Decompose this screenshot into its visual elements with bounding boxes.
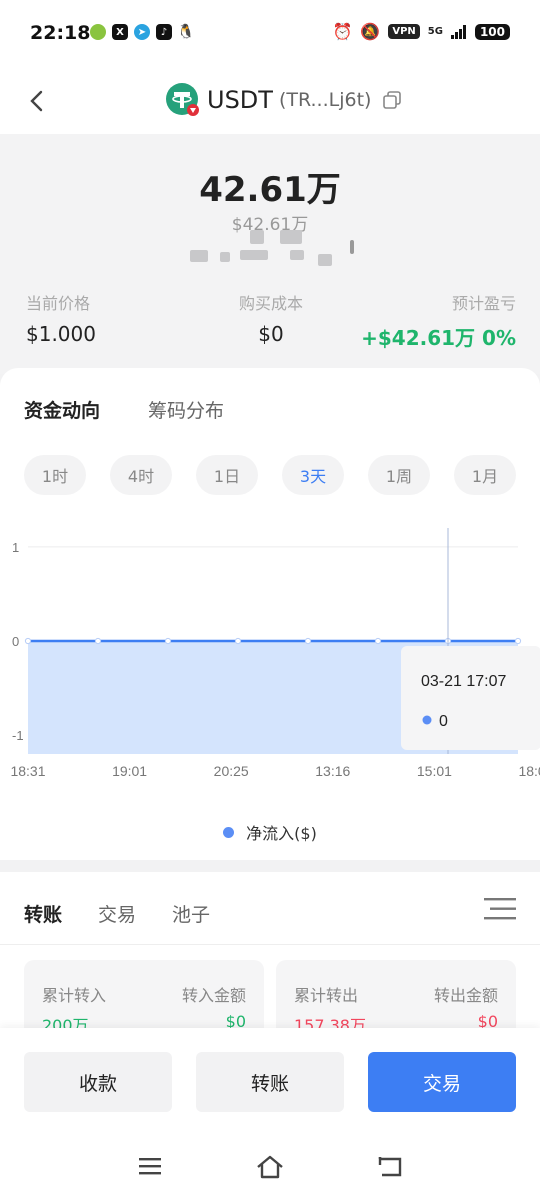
range-3d[interactable]: 3天 [282,455,344,495]
token-symbol: USDT [207,86,273,114]
x-tick-label: 19:01 [112,763,147,779]
redacted-address [140,230,380,266]
x-tick-label: 18:31 [10,763,45,779]
stat-pnl: 预计盈亏 +$42.61万 0% [353,290,540,351]
range-1d[interactable]: 1日 [196,455,258,495]
network-label: 5G [427,26,443,37]
range-selector: 1时 4时 1日 3天 1周 1月 [24,455,516,495]
legend-dot [223,826,235,838]
tab-transfer[interactable]: 转账 [24,900,62,927]
card-title: 累计转入 [42,986,107,1005]
data-point [514,637,522,645]
x-tick-label: 15:01 [417,763,452,779]
stat-label: 预计盈亏 [451,294,516,313]
range-1h[interactable]: 1时 [24,455,86,495]
x-tick-label: 20:25 [214,763,249,779]
home-icon[interactable] [256,1154,284,1180]
recent-apps-icon[interactable] [138,1154,162,1178]
action-bar: 收款 转账 交易 [0,1028,540,1134]
stat-label: 购买成本 [238,294,303,313]
data-point [374,637,382,645]
app-icon [90,24,106,40]
system-nav-bar [0,1134,540,1199]
data-point [234,637,242,645]
fund-flow-card: 资金动向 筹码分布 1时 4时 1日 3天 1周 1月 1 0 -1 18:31 19… [0,368,540,860]
stat-value: $1.000 [26,322,96,346]
trade-button[interactable]: 交易 [368,1052,516,1112]
receive-button[interactable]: 收款 [24,1052,172,1112]
activity-tabs: 转账 交易 池子 [24,900,210,927]
status-app-icons: X ➤ ♪ 🐧 [90,24,195,40]
card-subtitle: 转入金额 [181,986,246,1005]
alarm-icon: ⏰ [332,22,353,41]
transfer-button[interactable]: 转账 [196,1052,344,1112]
data-point [24,637,32,645]
card-title: 累计转出 [294,986,359,1005]
stat-current-price: 当前价格 $1.000 [0,290,189,351]
card-subtitle: 转出金额 [433,986,498,1005]
battery-indicator: 100 [474,23,510,40]
token-address: (TR...Lj6t) [278,89,372,111]
copy-icon[interactable] [383,91,402,109]
stat-cost: 购买成本 $0 [189,290,352,351]
token-title: USDT (TR...Lj6t) [165,82,402,118]
position-stats: 当前价格 $1.000 购买成本 $0 预计盈亏 +$42.61万 0% [0,290,540,351]
x-icon: X [112,24,128,40]
data-point [304,637,312,645]
tab-pool[interactable]: 池子 [172,900,210,927]
balance-section: 42.61万 $42.61万 当前价格 $1.000 购买成本 $0 预计盈亏 … [0,134,540,374]
x-tick-label: 18:01 [518,763,540,779]
tooltip-value: 0 [439,713,448,730]
back-nav-icon[interactable] [376,1154,404,1180]
usdt-logo-icon [166,83,199,116]
stat-label: 当前价格 [26,294,91,313]
mute-icon: 🔕 [360,22,381,41]
back-icon[interactable] [22,86,52,116]
y-tick-label: 1 [12,540,19,555]
range-4h[interactable]: 4时 [110,455,172,495]
qq-icon: 🐧 [177,24,195,40]
tab-chip-distribution[interactable]: 筹码分布 [148,396,224,423]
data-point [164,637,172,645]
data-point [94,637,102,645]
stat-value: +$42.61万 0% [361,326,516,350]
y-tick-label: -1 [12,728,24,743]
page-header: USDT (TR...Lj6t) [0,70,540,134]
vpn-badge: VPN [388,24,420,39]
chart-legend[interactable]: 净流入($) [0,820,540,844]
range-1m[interactable]: 1月 [454,455,516,495]
legend-label: 净流入($) [246,824,317,843]
divider [0,944,540,945]
stat-value: $0 [258,322,284,346]
filter-menu-icon[interactable] [484,896,516,922]
fund-flow-chart[interactable]: 1 0 -1 18:31 19:01 20:25 13:16 15:01 18:01 03-2… [0,528,540,788]
tiktok-icon: ♪ [156,24,172,40]
chart-tooltip: 03-21 17:07 0 [401,646,540,750]
signal-icon [450,24,466,39]
y-tick-label: 0 [12,634,19,649]
activity-section: 转账 交易 池子 累计转入 转入金额 200万 $0 累计转出 转出金额 157.38… [0,872,540,1050]
page: 22:18 X ➤ ♪ 🐧 ⏰ 🔕 VPN 5G 100 USDT (TR...… [0,0,540,1199]
range-1w[interactable]: 1周 [368,455,430,495]
tab-fund-flow[interactable]: 资金动向 [24,396,100,423]
tab-trade[interactable]: 交易 [98,900,136,927]
chart-tabs: 资金动向 筹码分布 [24,396,224,423]
status-time: 22:18 [30,22,91,44]
status-bar: 22:18 X ➤ ♪ 🐧 ⏰ 🔕 VPN 5G 100 [0,0,540,70]
status-right: ⏰ 🔕 VPN 5G 100 [332,22,510,41]
telegram-icon: ➤ [134,24,150,40]
balance-amount: 42.61万 [199,170,341,210]
tooltip-time: 03-21 17:07 [421,673,507,690]
x-tick-label: 13:16 [315,763,350,779]
tooltip-dot [422,715,432,725]
